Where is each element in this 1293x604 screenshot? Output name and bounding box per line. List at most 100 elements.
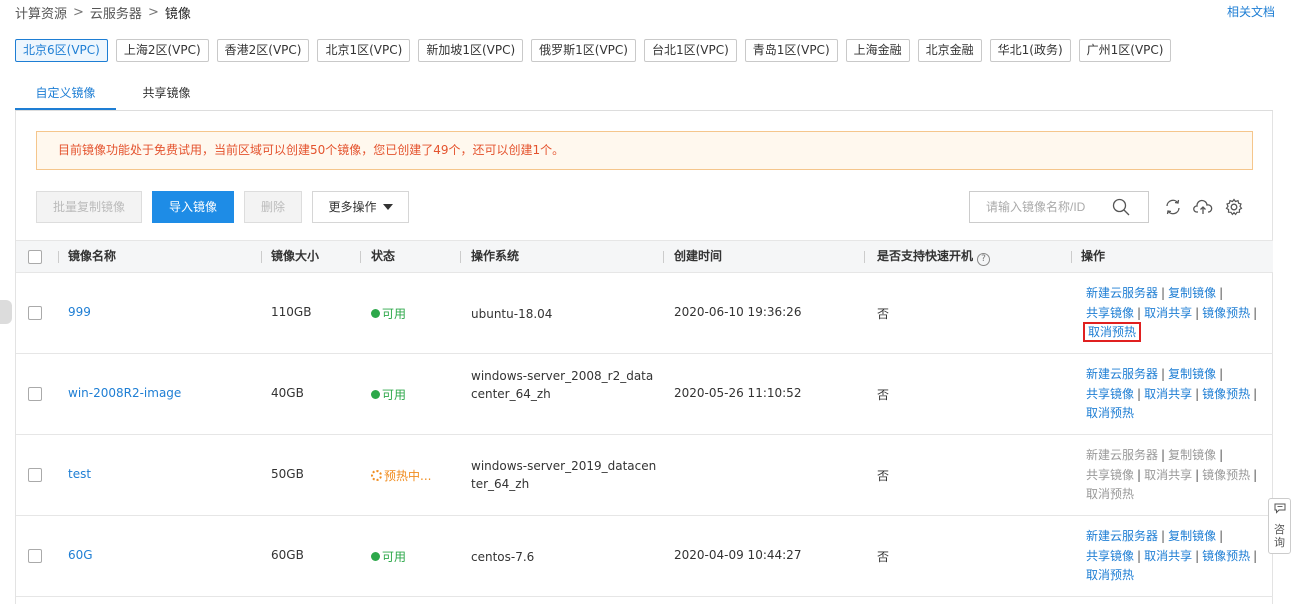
create-server-link[interactable]: 新建云服务器 xyxy=(1086,448,1158,462)
status-text: 可用 xyxy=(382,550,407,564)
region-button[interactable]: 上海2区(VPC) xyxy=(115,39,209,62)
status-dot-icon xyxy=(371,309,380,318)
col-actions: 操作 xyxy=(1081,249,1106,263)
region-button[interactable]: 华北1(政务) xyxy=(989,39,1071,62)
table-row: test 50GB 预热中... windows-server_2019_dat… xyxy=(16,435,1273,516)
region-button[interactable]: 新加坡1区(VPC) xyxy=(418,39,524,62)
image-size: 40GB xyxy=(271,386,304,400)
cancel-share-link[interactable]: 取消共享 xyxy=(1144,549,1192,563)
quota-notice: 目前镜像功能处于免费试用，当前区域可以创建50个镜像，您已创建了49个，还可以创… xyxy=(36,131,1253,170)
copy-image-link[interactable]: 复制镜像 xyxy=(1168,286,1216,300)
tab-custom-images[interactable]: 自定义镜像 xyxy=(15,76,116,110)
region-selector: 北京6区(VPC) 上海2区(VPC) 香港2区(VPC) 北京1区(VPC) … xyxy=(15,39,1172,62)
region-button[interactable]: 俄罗斯1区(VPC) xyxy=(531,39,636,62)
consult-widget[interactable]: 咨询 xyxy=(1268,498,1291,554)
related-docs-link[interactable]: 相关文档 xyxy=(1227,3,1275,20)
status-text: 可用 xyxy=(382,307,407,321)
action-separator: | xyxy=(1137,548,1142,563)
breadcrumb: 计算资源 > 云服务器 > 镜像 xyxy=(15,3,191,22)
col-image-name: 镜像名称 xyxy=(68,249,117,263)
breadcrumb-separator: > xyxy=(73,5,84,20)
import-image-button[interactable]: 导入镜像 xyxy=(152,191,234,223)
preheat-image-link[interactable]: 镜像预热 xyxy=(1202,468,1250,482)
breadcrumb-separator: > xyxy=(147,5,159,20)
image-size: 110GB xyxy=(271,305,312,319)
chat-icon xyxy=(1274,503,1285,514)
action-separator: | xyxy=(1253,305,1258,320)
region-button[interactable]: 台北1区(VPC) xyxy=(643,39,737,62)
cancel-preheat-link[interactable]: 取消预热 xyxy=(1086,487,1134,501)
cancel-share-link[interactable]: 取消共享 xyxy=(1144,468,1192,482)
cancel-preheat-link[interactable]: 取消预热 xyxy=(1086,406,1134,420)
help-icon[interactable]: ? xyxy=(977,253,991,266)
preheat-image-link[interactable]: 镜像预热 xyxy=(1202,306,1250,320)
action-separator: | xyxy=(1219,448,1224,462)
column-divider xyxy=(58,251,59,263)
share-image-link[interactable]: 共享镜像 xyxy=(1086,549,1134,563)
preheat-image-link[interactable]: 镜像预热 xyxy=(1202,387,1250,401)
create-server-link[interactable]: 新建云服务器 xyxy=(1086,367,1158,381)
breadcrumb-cloud-server[interactable]: 云服务器 xyxy=(90,3,142,22)
cancel-share-link[interactable]: 取消共享 xyxy=(1144,387,1192,401)
copy-image-link[interactable]: 复制镜像 xyxy=(1168,448,1216,462)
action-separator: | xyxy=(1161,286,1166,300)
cancel-share-link[interactable]: 取消共享 xyxy=(1144,306,1192,320)
cancel-preheat-link[interactable]: 取消预热 xyxy=(1082,322,1142,342)
copy-image-link[interactable]: 复制镜像 xyxy=(1168,529,1216,543)
fast-boot-value: 否 xyxy=(877,388,890,402)
column-divider xyxy=(360,251,361,263)
created-time: 2020-04-09 10:44:27 xyxy=(674,548,802,562)
side-collapse-handle[interactable] xyxy=(0,300,12,324)
region-button[interactable]: 北京金融 xyxy=(917,39,982,62)
os-name: centos-7.6 xyxy=(471,550,535,564)
image-name-link[interactable]: 999 xyxy=(68,305,91,319)
copy-image-link[interactable]: 复制镜像 xyxy=(1168,367,1216,381)
refresh-icon[interactable] xyxy=(1164,198,1182,216)
gear-icon[interactable] xyxy=(1225,198,1243,216)
create-server-link[interactable]: 新建云服务器 xyxy=(1086,529,1158,543)
preheat-image-link[interactable]: 镜像预热 xyxy=(1202,549,1250,563)
image-name-link[interactable]: 60G xyxy=(68,548,93,562)
table-header: 镜像名称 镜像大小 状态 操作系统 创建时间 是否支持快速开机? 操作 xyxy=(16,240,1273,273)
action-separator: | xyxy=(1137,467,1142,482)
status-text: 预热中... xyxy=(384,469,432,483)
col-fast-boot: 是否支持快速开机? xyxy=(877,241,991,272)
action-separator: | xyxy=(1161,529,1166,543)
image-tabs: 自定义镜像 共享镜像 xyxy=(15,76,1273,111)
os-name: windows-server_2008_r2_datacenter_64_zh xyxy=(471,369,654,401)
batch-copy-button[interactable]: 批量复制镜像 xyxy=(36,191,142,223)
more-actions-button[interactable]: 更多操作 xyxy=(312,191,409,223)
row-checkbox[interactable] xyxy=(28,387,42,401)
region-button[interactable]: 广州1区(VPC) xyxy=(1078,39,1172,62)
region-button[interactable]: 北京1区(VPC) xyxy=(317,39,411,62)
status-dot-icon xyxy=(371,552,380,561)
row-actions: 新建云服务器 | 复制镜像 | 共享镜像 | 取消共享 | 镜像预热 | 取消预热 xyxy=(1082,284,1276,343)
row-checkbox[interactable] xyxy=(28,306,42,320)
loading-spinner-icon xyxy=(371,470,382,481)
region-button[interactable]: 香港2区(VPC) xyxy=(216,39,310,62)
cloud-upload-icon[interactable] xyxy=(1193,198,1213,216)
region-button[interactable]: 青岛1区(VPC) xyxy=(744,39,838,62)
action-separator: | xyxy=(1195,386,1200,401)
row-actions: 新建云服务器 | 复制镜像 | 共享镜像 | 取消共享 | 镜像预热 | 取消预热 xyxy=(1086,365,1276,424)
row-checkbox[interactable] xyxy=(28,549,42,563)
search-icon[interactable] xyxy=(1112,198,1130,216)
row-checkbox[interactable] xyxy=(28,468,42,482)
column-divider xyxy=(460,251,461,263)
select-all-checkbox[interactable] xyxy=(28,250,42,264)
image-name-link[interactable]: test xyxy=(68,467,91,481)
share-image-link[interactable]: 共享镜像 xyxy=(1086,468,1134,482)
search-input[interactable] xyxy=(970,192,1110,222)
tab-shared-images[interactable]: 共享镜像 xyxy=(116,76,217,110)
share-image-link[interactable]: 共享镜像 xyxy=(1086,306,1134,320)
region-button[interactable]: 上海金融 xyxy=(845,39,910,62)
delete-button[interactable]: 删除 xyxy=(244,191,302,223)
created-time: 2020-06-10 19:36:26 xyxy=(674,305,802,319)
breadcrumb-compute[interactable]: 计算资源 xyxy=(15,3,67,22)
consult-label: 咨询 xyxy=(1274,523,1285,549)
image-name-link[interactable]: win-2008R2-image xyxy=(68,386,181,400)
share-image-link[interactable]: 共享镜像 xyxy=(1086,387,1134,401)
region-button[interactable]: 北京6区(VPC) xyxy=(15,39,108,62)
create-server-link[interactable]: 新建云服务器 xyxy=(1086,286,1158,300)
cancel-preheat-link[interactable]: 取消预热 xyxy=(1086,568,1134,582)
